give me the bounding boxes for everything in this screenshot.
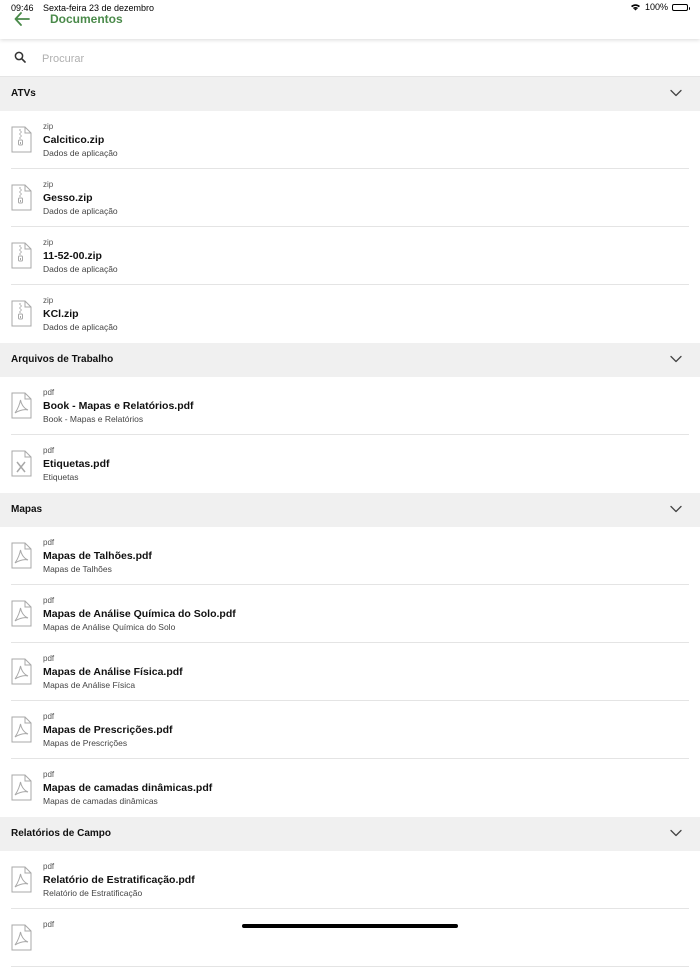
document-description: Dados de aplicação [43, 148, 118, 158]
document-type: zip [43, 180, 54, 189]
document-item[interactable]: zip Gesso.zip Dados de aplicação [0, 169, 700, 227]
section-title: ATVs [11, 88, 36, 99]
search-input[interactable] [40, 49, 664, 69]
document-type: pdf [43, 862, 55, 871]
document-description: Dados de aplicação [43, 206, 118, 216]
navigation-header: 09:46 Sexta-feira 23 de dezembro 100% Do… [0, 0, 700, 39]
document-type: pdf [43, 654, 55, 663]
document-name: Mapas de Análise Química do Solo.pdf [43, 608, 236, 620]
document-section: ATVs zip Calcitico.zip Dados de aplicaçã… [0, 77, 700, 343]
document-item[interactable]: pdf [0, 909, 700, 967]
document-item[interactable]: zip KCl.zip Dados de aplicação [0, 285, 700, 343]
document-section: Arquivos de Trabalho pdf Book - Mapas e … [0, 343, 700, 493]
document-section: Relatórios de Campo pdf Relatório de Est… [0, 817, 700, 967]
section-title: Arquivos de Trabalho [11, 354, 114, 365]
battery-percent: 100% [644, 2, 668, 12]
pdf-file-icon [11, 924, 32, 951]
section-header[interactable]: Arquivos de Trabalho [0, 343, 700, 377]
document-name: Mapas de Análise Física.pdf [43, 666, 183, 678]
section-items: pdf Relatório de Estratificação.pdf Rela… [0, 851, 700, 967]
document-type: pdf [43, 712, 55, 721]
document-item[interactable]: zip 11-52-00.zip Dados de aplicação [0, 227, 700, 285]
section-items: pdf Mapas de Talhões.pdf Mapas de Talhõe… [0, 527, 700, 817]
chevron-down-icon [670, 89, 682, 97]
document-description: Book - Mapas e Relatórios [43, 414, 144, 424]
chevron-down-icon [670, 355, 682, 363]
excel-file-icon [11, 450, 32, 477]
document-name: KCl.zip [43, 308, 79, 320]
document-name: Book - Mapas e Relatórios.pdf [43, 400, 194, 412]
document-type: pdf [43, 770, 55, 779]
document-type: zip [43, 238, 54, 247]
battery-icon [672, 3, 690, 11]
document-type: pdf [43, 920, 55, 929]
zip-file-icon [11, 126, 32, 153]
documents-list: ATVs zip Calcitico.zip Dados de aplicaçã… [0, 77, 700, 967]
chevron-down-icon [670, 505, 682, 513]
section-header[interactable]: Relatórios de Campo [0, 817, 700, 851]
document-item[interactable]: pdf Mapas de Talhões.pdf Mapas de Talhõe… [0, 527, 700, 585]
document-item[interactable]: pdf Mapas de Análise Química do Solo.pdf… [0, 585, 700, 643]
zip-file-icon [11, 242, 32, 269]
zip-file-icon [11, 300, 32, 327]
home-indicator [242, 924, 458, 928]
document-item[interactable]: zip Calcitico.zip Dados de aplicação [0, 111, 700, 169]
section-items: zip Calcitico.zip Dados de aplicação zip… [0, 111, 700, 343]
document-description: Mapas de camadas dinâmicas [43, 796, 158, 806]
document-name: Mapas de Prescrições.pdf [43, 724, 173, 736]
document-description: Dados de aplicação [43, 264, 118, 274]
document-type: pdf [43, 446, 55, 455]
chevron-down-icon [670, 829, 682, 837]
pdf-file-icon [11, 392, 32, 419]
document-description: Dados de aplicação [43, 322, 118, 332]
pdf-file-icon [11, 866, 32, 893]
document-type: zip [43, 122, 54, 131]
document-description: Relatório de Estratificação [43, 888, 143, 898]
search-icon [14, 51, 26, 63]
document-item[interactable]: pdf Relatório de Estratificação.pdf Rela… [0, 851, 700, 909]
section-title: Relatórios de Campo [11, 828, 112, 839]
document-item[interactable]: pdf Mapas de Análise Física.pdf Mapas de… [0, 643, 700, 701]
document-type: pdf [43, 538, 55, 547]
document-item[interactable]: pdf Mapas de camadas dinâmicas.pdf Mapas… [0, 759, 700, 817]
section-header[interactable]: Mapas [0, 493, 700, 527]
document-name: Calcitico.zip [43, 134, 105, 146]
section-items: pdf Book - Mapas e Relatórios.pdf Book -… [0, 377, 700, 493]
document-name: Mapas de camadas dinâmicas.pdf [43, 782, 213, 794]
section-title: Mapas [11, 504, 43, 515]
document-item[interactable]: pdf Etiquetas.pdf Etiquetas [0, 435, 700, 493]
document-description: Etiquetas [43, 472, 79, 482]
document-description: Mapas de Análise Física [43, 680, 136, 690]
back-arrow-icon[interactable] [14, 12, 30, 26]
document-name: 11-52-00.zip [43, 250, 102, 262]
status-right: 100% [630, 2, 690, 12]
pdf-file-icon [11, 658, 32, 685]
document-item[interactable]: pdf Book - Mapas e Relatórios.pdf Book -… [0, 377, 700, 435]
document-type: pdf [43, 596, 55, 605]
document-name: Gesso.zip [43, 192, 93, 204]
pdf-file-icon [11, 542, 32, 569]
document-description: Mapas de Análise Química do Solo [43, 622, 176, 632]
pdf-file-icon [11, 774, 32, 801]
search-bar [0, 39, 700, 77]
document-description: Mapas de Talhões [43, 564, 112, 574]
document-type: pdf [43, 388, 55, 397]
pdf-file-icon [11, 716, 32, 743]
document-type: zip [43, 296, 54, 305]
document-item[interactable]: pdf Mapas de Prescrições.pdf Mapas de Pr… [0, 701, 700, 759]
document-name: Etiquetas.pdf [43, 458, 110, 470]
document-description: Mapas de Prescrições [43, 738, 128, 748]
document-name: Relatório de Estratificação.pdf [43, 874, 195, 886]
zip-file-icon [11, 184, 32, 211]
document-name: Mapas de Talhões.pdf [43, 550, 152, 562]
page-title: Documentos [50, 12, 123, 26]
document-section: Mapas pdf Mapas de Talhões.pdf Mapas de … [0, 493, 700, 817]
section-header[interactable]: ATVs [0, 77, 700, 111]
pdf-file-icon [11, 600, 32, 627]
wifi-icon [630, 4, 640, 11]
